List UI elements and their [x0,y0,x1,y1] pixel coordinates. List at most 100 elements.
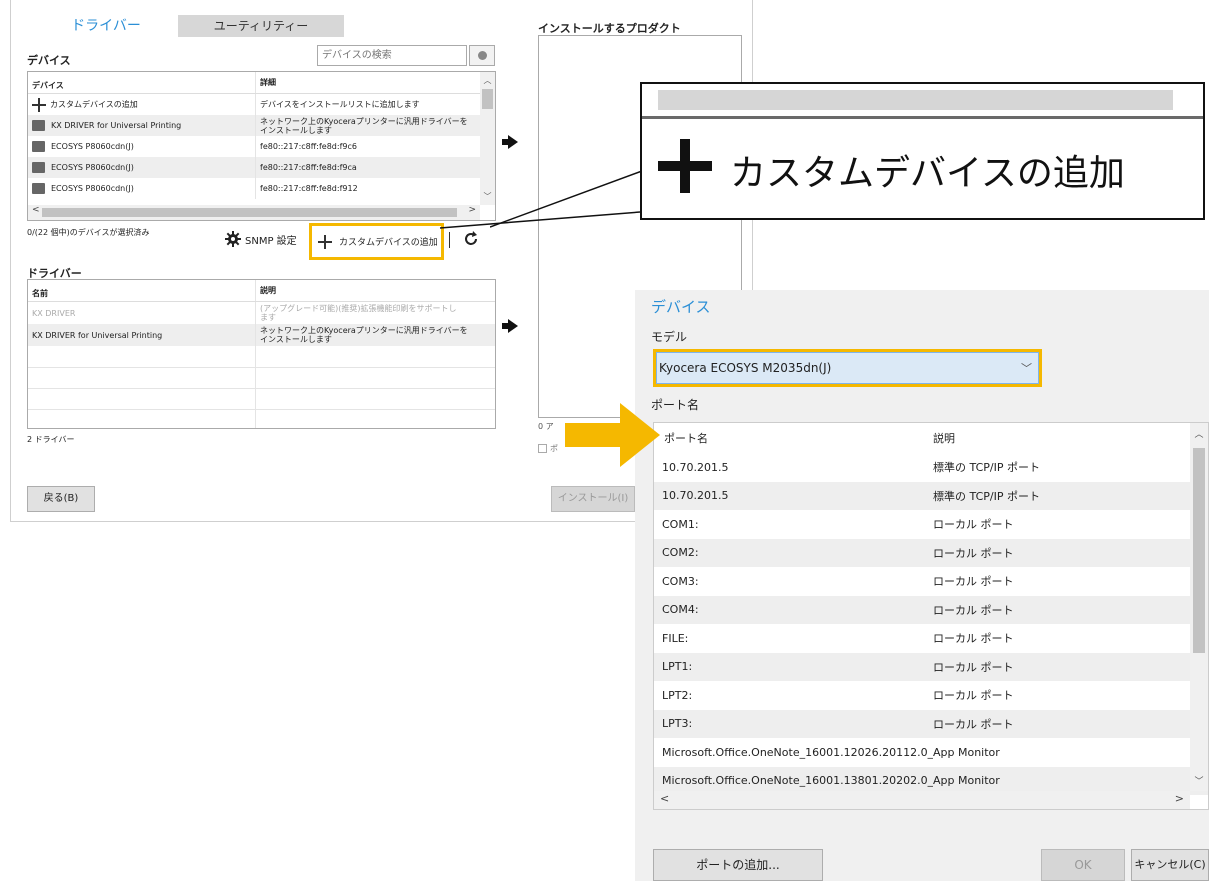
driver-table-header: 名前 説明 [28,280,495,302]
tab-drivers[interactable]: ドライバー [66,15,146,37]
scroll-down-icon[interactable]: ﹀ [1190,774,1208,787]
port-row[interactable]: COM2: ローカル ポート [654,538,1208,567]
port-row[interactable]: COM3: ローカル ポート [654,567,1208,596]
folder-icon [32,183,45,194]
model-label: モデル [651,330,688,344]
back-button[interactable]: 戻る(B) [27,486,95,512]
port-row[interactable]: LPT2: ローカル ポート [654,681,1208,710]
toolbar-divider [449,232,450,248]
install-button[interactable]: インストール(I) [551,486,635,512]
gear-icon [225,231,241,247]
driver-row[interactable]: KX DRIVER for Universal Printing ネットワーク上の… [28,324,495,346]
tab-utility[interactable]: ユーティリティー [178,15,344,37]
model-select-value: Kyocera ECOSYS M2035dn(J) [659,361,832,375]
port-description: 標準の TCP/IP ポート [933,489,1040,503]
add-custom-device-button[interactable]: カスタムデバイスの追加 [309,223,444,260]
scroll-left-icon[interactable]: < [32,205,40,215]
port-horizontal-scrollbar[interactable]: < > [654,791,1190,809]
port-name: LPT3: [662,717,693,731]
snmp-settings-button[interactable]: SNMP 設定 [225,231,297,247]
device-search-input[interactable] [317,45,467,66]
scroll-thumb[interactable] [482,89,493,109]
driver-description: ネットワーク上のKyoceraプリンターに汎用ドライバーを インストールします [260,326,468,344]
port-name: 10.70.201.5 [662,460,729,474]
port-name: COM2: [662,546,699,560]
device-table-header: デバイス 詳細 [28,72,495,94]
products-checkbox[interactable]: ポ [538,443,558,454]
port-row[interactable]: Microsoft.Office.OneNote_16001.12026.201… [654,738,1208,767]
driver-name: KX DRIVER for Universal Printing [28,324,256,346]
devices-section-title: デバイス [27,54,71,67]
device-row[interactable]: カスタムデバイスの追加 デバイスをインストールリストに追加します [28,94,495,115]
folder-icon [32,162,45,173]
device-name: ECOSYS P8060cdn(J) [51,163,134,172]
column-description[interactable]: 説明 [256,280,495,301]
device-row[interactable]: ECOSYS P8060cdn(J) fe80::217:c8ff:fe8d:f9… [28,178,495,199]
port-description: ローカル ポート [933,632,1014,646]
highlight-arrow-icon [565,403,660,467]
port-row[interactable]: LPT3: ローカル ポート [654,709,1208,738]
product-count-label: 0 ア [538,422,554,431]
device-horizontal-scrollbar[interactable]: < > [28,205,480,220]
port-description: App Monitor [933,774,1000,788]
port-row[interactable]: 10.70.201.5 標準の TCP/IP ポート [654,481,1208,510]
port-description: 標準の TCP/IP ポート [933,461,1040,475]
add-driver-arrow-icon[interactable] [502,319,518,333]
driver-table: 名前 説明 KX DRIVER (アップグレード可能)(推奨)拡張機能印刷をサポー… [27,279,496,429]
port-description: ローカル ポート [933,518,1014,532]
add-port-button[interactable]: ポートの追加... [653,849,823,881]
search-clear-button[interactable] [469,45,495,66]
scroll-thumb[interactable] [1193,448,1205,653]
port-name: Microsoft.Office.OneNote_16001.13801.202… [662,774,933,788]
scroll-right-icon[interactable]: > [1175,792,1184,805]
scroll-left-icon[interactable]: < [660,792,669,805]
zoomed-add-custom-label: カスタムデバイスの追加 [730,153,1125,194]
port-row[interactable]: 10.70.201.5 標準の TCP/IP ポート [654,453,1208,482]
column-name[interactable]: 名前 [28,280,256,301]
device-detail: デバイスをインストールリストに追加します [260,100,420,109]
ok-button[interactable]: OK [1041,849,1125,881]
folder-icon [32,120,45,131]
checkbox-icon [538,444,547,453]
add-custom-device-label: カスタムデバイスの追加 [339,238,438,248]
column-device[interactable]: デバイス [28,72,256,93]
device-row[interactable]: ECOSYS P8060cdn(J) fe80::217:c8ff:fe8d:f9… [28,136,495,157]
scroll-up-icon[interactable]: ︿ [480,75,495,86]
port-name: LPT2: [662,688,693,702]
folder-icon [32,141,45,152]
port-row[interactable]: COM4: ローカル ポート [654,595,1208,624]
model-select[interactable]: Kyocera ECOSYS M2035dn(J) ﹀ [656,352,1039,384]
device-table: デバイス 詳細 カスタムデバイスの追加 デバイスをインストールリストに追加します K… [27,71,496,221]
port-rows: 10.70.201.5 標準の TCP/IP ポート 10.70.201.5 標準の … [654,453,1208,795]
port-description: ローカル ポート [933,689,1014,703]
device-row[interactable]: KX DRIVER for Universal Printing ネットワーク上の… [28,115,495,136]
port-name: COM1: [662,517,699,531]
device-name: カスタムデバイスの追加 [50,100,138,109]
device-rows: カスタムデバイスの追加 デバイスをインストールリストに追加します KX DRIVER… [28,94,495,199]
refresh-icon[interactable] [462,230,480,248]
port-name: COM3: [662,574,699,588]
port-row[interactable]: LPT1: ローカル ポート [654,652,1208,681]
callout-leader-line [490,170,643,228]
install-products-title: インストールするプロダクト [538,22,681,35]
chevron-down-icon: ﹀ [1021,362,1032,375]
device-detail: ネットワーク上のKyoceraプリンターに汎用ドライバーを インストールします [260,116,468,135]
port-vertical-scrollbar[interactable]: ︿ ﹀ [1190,423,1208,791]
scroll-thumb[interactable] [42,208,457,217]
port-name: COM4: [662,603,699,617]
column-detail[interactable]: 詳細 [256,72,495,93]
port-row[interactable]: FILE: ローカル ポート [654,624,1208,653]
scroll-up-icon[interactable]: ︿ [1190,427,1208,440]
zoomed-scrollbar [658,90,1173,110]
port-description: ローカル ポート [933,575,1014,589]
port-name: LPT1: [662,660,693,674]
clear-icon [477,51,487,60]
port-description: ローカル ポート [933,603,1014,617]
driver-row[interactable]: KX DRIVER (アップグレード可能)(推奨)拡張機能印刷をサポートし ます [28,302,495,324]
device-row[interactable]: ECOSYS P8060cdn(J) fe80::217:c8ff:fe8d:f9… [28,157,495,178]
column-port-name[interactable]: ポート名 [654,430,933,446]
cancel-button[interactable]: キャンセル(C) [1131,849,1209,881]
column-description[interactable]: 説明 [933,430,1208,446]
port-row[interactable]: COM1: ローカル ポート [654,510,1208,539]
selected-device-count: 0/(22 個中)のデバイスが選択済み [27,228,150,237]
